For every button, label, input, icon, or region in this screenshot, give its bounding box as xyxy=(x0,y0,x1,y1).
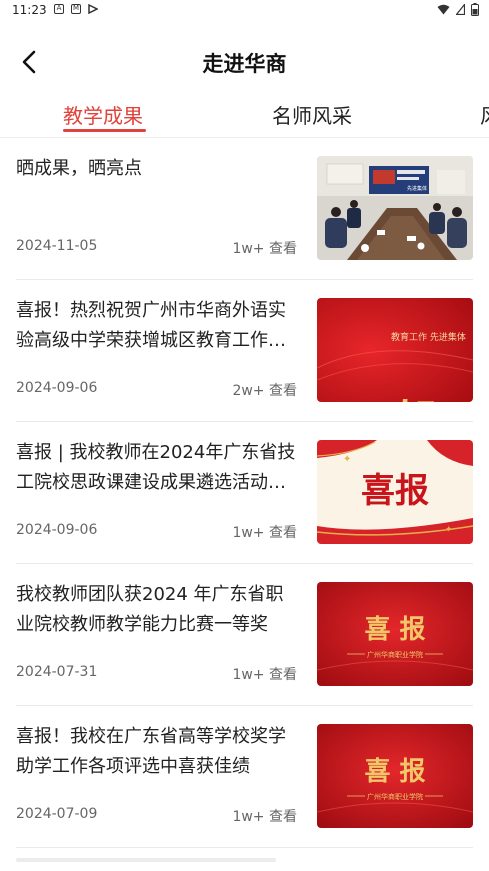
next-item-peek xyxy=(16,858,276,862)
article-item[interactable]: 喜报 | 我校教师在2024年广东省技工院校思政课建设成果遴选活动中获奖 202… xyxy=(0,422,489,564)
article-item[interactable]: 晒成果，晒亮点 2024-11-05 1w+ 查看 先进集体 xyxy=(0,138,489,280)
app-bar: 走进华商 xyxy=(0,40,489,84)
mail-icon: M xyxy=(71,4,81,14)
article-title: 晒成果，晒亮点 xyxy=(16,158,142,179)
article-views: 1w+ 查看 xyxy=(232,809,297,825)
status-bar: 11:23 A M xyxy=(0,0,489,22)
article-date: 2024-09-06 xyxy=(16,380,98,396)
article-thumbnail: 喜 报 广州华商职业学院 xyxy=(317,724,473,828)
thumb-big-text: 贺报 xyxy=(386,398,438,402)
article-date: 2024-07-09 xyxy=(16,806,98,822)
thumb-big-text: 喜 报 xyxy=(364,756,425,787)
article-item[interactable]: 喜报！热烈祝贺广州市华商外语实验高级中学荣获增城区教育工作先进集体 2024-0… xyxy=(0,280,489,422)
thumb-small-text: 教育工作 先进集体 xyxy=(391,331,466,343)
article-date: 2024-09-06 xyxy=(16,522,98,538)
article-date: 2024-07-31 xyxy=(16,664,98,680)
tab-famous-teachers[interactable]: 名师风采 xyxy=(272,100,352,129)
article-thumbnail: 教育工作 先进集体 贺报 xyxy=(317,298,473,402)
item-divider xyxy=(16,847,473,848)
article-thumbnail: 先进集体 xyxy=(317,156,473,260)
article-date: 2024-11-05 xyxy=(16,238,98,254)
tab-teaching-results[interactable]: 教学成果 xyxy=(63,100,143,129)
article-title: 喜报！热烈祝贺广州市华商外语实验高级中学荣获增城区教育工作先进集体 xyxy=(16,300,286,351)
sparkle-icon: ✦ xyxy=(445,525,453,535)
thumb-screen-text: 先进集体 xyxy=(407,185,427,192)
article-item[interactable]: 喜报！我校在广东省高等学校奖学助学工作各项评选中喜获佳绩 2024-07-09 … xyxy=(0,706,489,848)
active-tab-indicator xyxy=(63,129,146,132)
status-time: 11:23 xyxy=(12,3,47,17)
sparkle-icon: ✦ xyxy=(343,454,351,465)
app-notification-icon: A xyxy=(54,4,64,14)
tab-next[interactable]: 风 xyxy=(480,100,489,129)
article-title: 喜报！我校在广东省高等学校奖学助学工作各项评选中喜获佳绩 xyxy=(16,726,286,777)
article-title: 喜报 | 我校教师在2024年广东省技工院校思政课建设成果遴选活动中获奖 xyxy=(16,442,296,493)
article-views: 1w+ 查看 xyxy=(232,525,297,541)
wifi-icon xyxy=(437,4,450,15)
article-views: 1w+ 查看 xyxy=(232,667,297,683)
article-thumbnail: 喜 报 广州华商职业学院 xyxy=(317,582,473,686)
play-icon xyxy=(88,4,98,14)
article-views: 2w+ 查看 xyxy=(232,383,297,399)
article-title: 我校教师团队获2024 年广东省职业院校教师教学能力比赛一等奖 xyxy=(16,584,284,635)
notification-icons: A M xyxy=(54,4,98,14)
battery-icon xyxy=(471,3,479,16)
article-views: 1w+ 查看 xyxy=(232,241,297,257)
thumb-big-text: 喜报 xyxy=(361,471,429,511)
page-title: 走进华商 xyxy=(202,52,287,76)
article-item[interactable]: 我校教师团队获2024 年广东省职业院校教师教学能力比赛一等奖 2024-07-… xyxy=(0,564,489,706)
thumb-big-text: 喜 报 xyxy=(364,614,425,645)
tab-bar: 教学成果 名师风采 风 xyxy=(0,96,489,136)
thumb-small-text: 广州华商职业学院 xyxy=(367,792,423,801)
system-icons xyxy=(437,3,479,16)
article-thumbnail: 喜报 ✦ ✦ xyxy=(317,440,473,544)
thumb-small-text: 广州华商职业学院 xyxy=(367,650,423,659)
signal-icon xyxy=(456,4,465,15)
